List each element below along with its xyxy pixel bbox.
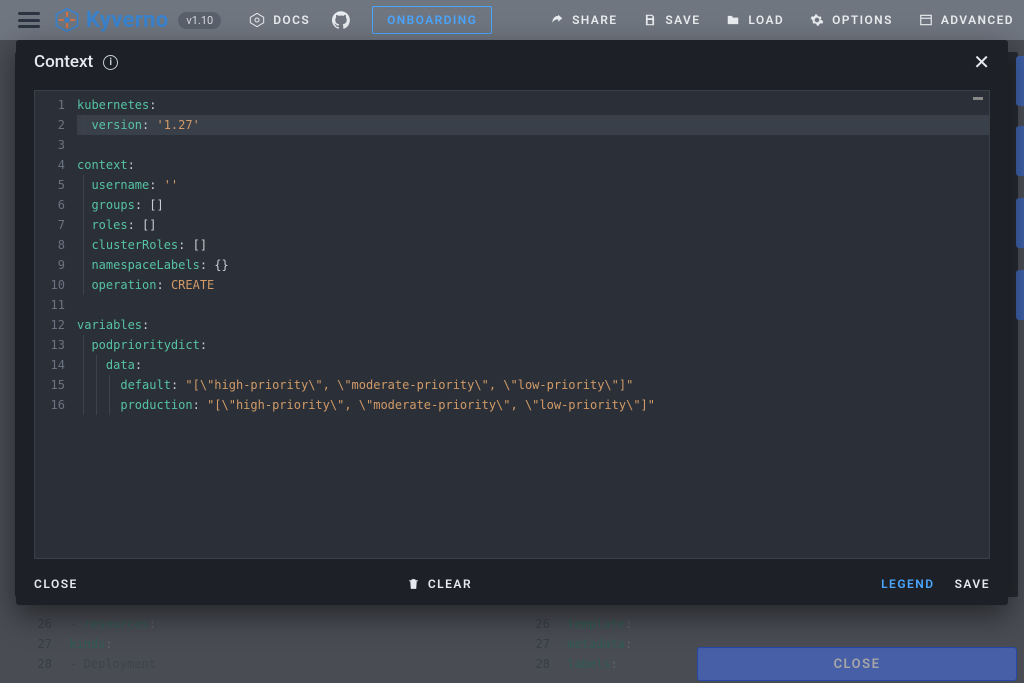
version-pill[interactable]: v1.10 (178, 12, 221, 29)
advanced-button[interactable]: ADVANCED (919, 13, 1014, 27)
app-topbar: Kyverno v1.10 DOCS ONBOARDING SHARE SAVE… (0, 0, 1024, 40)
kyverno-wheel-icon (54, 7, 80, 33)
gear-icon (810, 13, 824, 27)
modal-title: Context (34, 52, 93, 72)
brand-name: Kyverno (86, 8, 168, 33)
options-button[interactable]: OPTIONS (810, 13, 893, 27)
github-link[interactable] (332, 11, 350, 29)
info-icon[interactable]: i (103, 55, 118, 70)
save-icon (643, 13, 657, 27)
share-button[interactable]: SHARE (550, 13, 617, 27)
docs-link[interactable]: DOCS (249, 12, 310, 28)
share-icon (550, 13, 564, 27)
save-button[interactable]: SAVE (643, 13, 700, 27)
close-icon[interactable]: ✕ (973, 52, 990, 72)
window-icon (919, 13, 933, 27)
modal-header: Context i ✕ (16, 40, 1008, 84)
modal-close-button[interactable]: CLOSE (34, 577, 78, 591)
load-label: LOAD (748, 13, 784, 27)
github-icon (332, 11, 350, 29)
share-label: SHARE (572, 13, 617, 27)
trash-icon (407, 577, 420, 591)
options-label: OPTIONS (832, 13, 893, 27)
docs-label: DOCS (273, 13, 310, 27)
onboarding-button[interactable]: ONBOARDING (372, 6, 492, 34)
clear-label: CLEAR (428, 577, 472, 591)
load-button[interactable]: LOAD (726, 13, 784, 27)
modal-legend-button[interactable]: LEGEND (881, 577, 935, 591)
nav-left: DOCS ONBOARDING (249, 6, 492, 34)
context-modal: Context i ✕ 1kubernetes:2 version: '1.27… (16, 40, 1008, 605)
modal-clear-button[interactable]: CLEAR (407, 577, 472, 591)
menu-icon[interactable] (18, 12, 40, 28)
code-editor[interactable]: 1kubernetes:2 version: '1.27'34context:5… (34, 90, 990, 559)
kubernetes-icon (249, 12, 265, 28)
modal-save-button[interactable]: SAVE (955, 577, 990, 591)
nav-right: SHARE SAVE LOAD OPTIONS ADVANCED (550, 13, 1014, 27)
brand-logo[interactable]: Kyverno (54, 7, 168, 33)
modal-footer: CLOSE CLEAR LEGEND SAVE (16, 563, 1008, 605)
advanced-label: ADVANCED (941, 13, 1014, 27)
save-label: SAVE (665, 13, 700, 27)
folder-icon (726, 13, 740, 27)
